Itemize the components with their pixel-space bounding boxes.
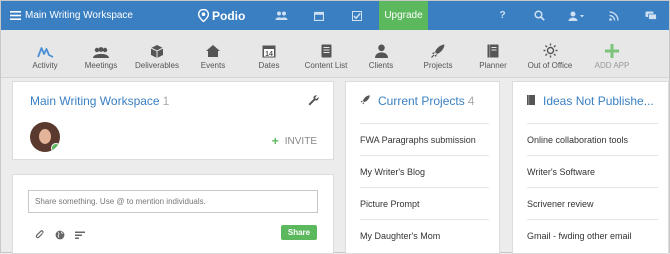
podio-logo-icon xyxy=(198,9,209,22)
app-out-of-office[interactable]: Out of Office xyxy=(526,30,574,77)
globe-icon[interactable] xyxy=(55,227,65,245)
share-button[interactable]: Share xyxy=(281,225,317,240)
app-activity[interactable]: Activity xyxy=(25,30,65,77)
workspace-card: Main Writing Workspace 1 + INVITE xyxy=(12,81,334,160)
notebook-icon xyxy=(527,94,535,108)
ideas-card: Ideas Not Publishe... Online collaborati… xyxy=(512,81,669,254)
chat-icon[interactable] xyxy=(632,1,669,30)
ideas-header[interactable]: Ideas Not Publishe... xyxy=(527,94,654,108)
app-clients[interactable]: Clients xyxy=(363,30,399,77)
list-item[interactable]: Gmail - fwding other email xyxy=(527,219,658,251)
ideas-title: Ideas Not Publishe... xyxy=(543,94,654,108)
attachment-icon[interactable] xyxy=(35,227,45,245)
search-icon[interactable] xyxy=(521,1,558,30)
app-deliverables[interactable]: Deliverables xyxy=(133,30,181,77)
plus-icon: + xyxy=(271,134,279,148)
app-planner[interactable]: Planner xyxy=(475,30,511,77)
svg-text:14: 14 xyxy=(265,51,273,58)
tasks-icon[interactable] xyxy=(338,1,376,30)
app-projects[interactable]: Projects xyxy=(420,30,456,77)
app-label: ADD APP xyxy=(594,61,630,70)
app-label: Deliverables xyxy=(134,61,180,70)
app-label: Meetings xyxy=(84,61,118,70)
app-events[interactable]: Events xyxy=(195,30,231,77)
feed-icon[interactable] xyxy=(595,1,632,30)
member-avatar[interactable] xyxy=(30,122,60,152)
app-label: Out of Office xyxy=(527,61,573,70)
podio-logo-text: Podio xyxy=(212,8,246,23)
planner-icon xyxy=(487,38,499,58)
app-label: Events xyxy=(200,61,226,70)
current-projects-card: Current Projects 4 FWA Paragraphs submiss… xyxy=(345,81,500,254)
app-content-list[interactable]: Content List xyxy=(303,30,349,77)
list-item[interactable]: Scrivener review xyxy=(527,187,658,219)
app-bar: Activity Meetings Deliverables Events 14… xyxy=(1,30,669,78)
list-item[interactable]: My Daughter's Mom xyxy=(360,219,489,251)
invite-label: INVITE xyxy=(284,135,317,147)
list-item[interactable]: Picture Prompt xyxy=(360,187,489,219)
app-label: Content List xyxy=(304,61,348,70)
list-item[interactable]: FWA Paragraphs submission xyxy=(360,123,489,155)
add-app-button[interactable]: ADD APP xyxy=(592,30,632,77)
current-projects-count: 4 xyxy=(467,94,475,108)
projects-icon xyxy=(431,38,445,58)
share-card: Share something. Use @ to mention indivi… xyxy=(12,174,334,254)
online-status-icon xyxy=(51,143,60,152)
list-item[interactable]: Writer's Software xyxy=(527,155,658,187)
projects-list: FWA Paragraphs submission My Writer's Bl… xyxy=(346,123,499,251)
add-app-icon xyxy=(605,38,619,58)
wrench-icon[interactable] xyxy=(308,93,319,111)
menu-icon[interactable] xyxy=(5,1,25,30)
user-menu-icon[interactable] xyxy=(558,1,595,30)
upgrade-button[interactable]: Upgrade xyxy=(379,1,428,30)
dates-icon: 14 xyxy=(262,38,276,58)
app-label: Activity xyxy=(32,61,58,70)
ideas-list: Online collaboration tools Writer's Soft… xyxy=(513,123,668,251)
app-label: Planner xyxy=(479,61,507,70)
format-text-icon[interactable] xyxy=(75,227,85,245)
rocket-icon xyxy=(360,94,370,108)
current-projects-title: Current Projects xyxy=(378,94,465,108)
activity-icon xyxy=(36,38,54,58)
share-input[interactable]: Share something. Use @ to mention indivi… xyxy=(28,190,318,213)
calendar-icon[interactable] xyxy=(300,1,338,30)
app-label: Projects xyxy=(423,61,453,70)
current-projects-header[interactable]: Current Projects 4 xyxy=(360,94,474,108)
workspace-title-text: Main Writing Workspace xyxy=(30,94,160,108)
workspace-title[interactable]: Main Writing Workspace 1 xyxy=(30,94,169,108)
help-icon[interactable]: ? xyxy=(484,1,521,30)
app-meetings[interactable]: Meetings xyxy=(81,30,121,77)
app-dates[interactable]: 14 Dates xyxy=(251,30,287,77)
invite-button[interactable]: + INVITE xyxy=(272,134,317,148)
avatar-face xyxy=(39,129,51,144)
top-bar: Main Writing Workspace Podio Upgrade ? xyxy=(1,1,669,30)
list-item[interactable]: Online collaboration tools xyxy=(527,123,658,155)
app-label: Clients xyxy=(368,61,394,70)
out-of-office-icon xyxy=(543,38,558,58)
share-tools xyxy=(35,227,85,245)
contacts-icon[interactable] xyxy=(262,1,300,30)
content-list-icon xyxy=(321,38,332,58)
app-label: Dates xyxy=(258,61,280,70)
events-icon xyxy=(205,38,221,58)
workspace-switcher[interactable]: Main Writing Workspace xyxy=(25,10,198,21)
deliverables-icon xyxy=(150,38,164,58)
meetings-icon xyxy=(93,38,109,58)
clients-icon xyxy=(374,38,388,58)
member-count: 1 xyxy=(162,94,170,108)
podio-logo[interactable]: Podio xyxy=(198,9,262,23)
list-item[interactable]: My Writer's Blog xyxy=(360,155,489,187)
